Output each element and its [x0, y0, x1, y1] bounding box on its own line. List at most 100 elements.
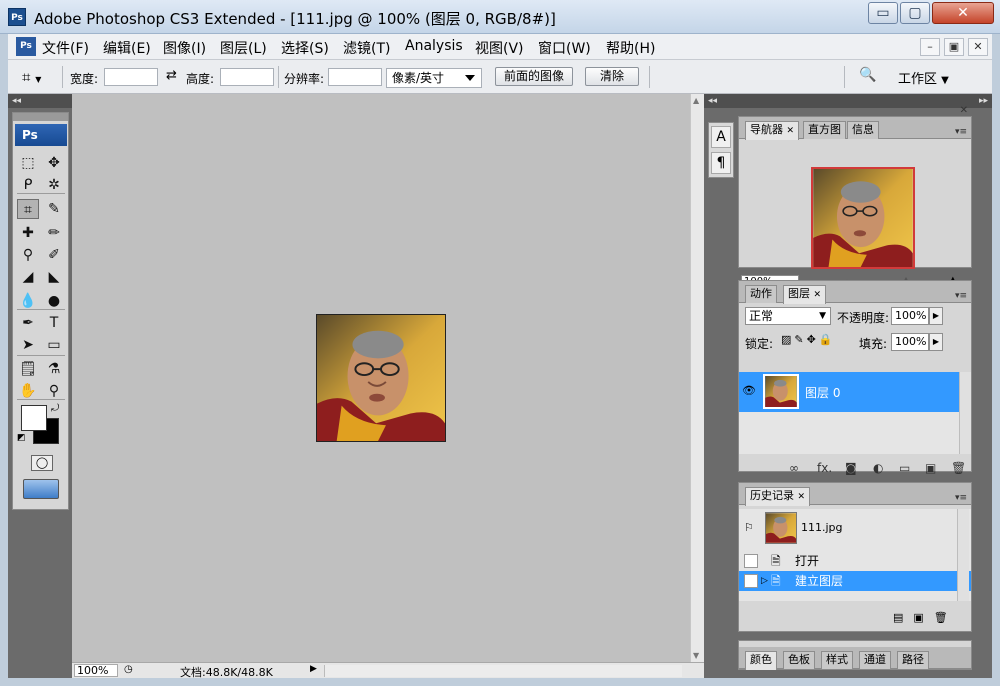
notes-tool-icon[interactable]: 🗒 [17, 359, 39, 379]
minimize-button[interactable]: ▭ [868, 2, 898, 24]
tab-navigator[interactable]: 导航器 ✕ [745, 121, 800, 140]
crop-icon[interactable]: ⌗ ▼ [22, 67, 58, 87]
marquee-tool-icon[interactable]: ⬚ [17, 153, 39, 173]
document-close-button[interactable]: ✕ [968, 38, 988, 56]
close-tab-icon[interactable]: ✕ [798, 492, 806, 502]
eraser-tool-icon[interactable]: ◢ [17, 267, 39, 287]
paragraph-panel-icon[interactable]: ¶ [711, 152, 731, 174]
status-zoom-field[interactable]: 100% [74, 664, 118, 677]
layer-name[interactable]: 图层 0 [805, 384, 840, 401]
healing-brush-tool-icon[interactable]: ✚ [17, 223, 39, 243]
menu-analysis[interactable]: Analysis [405, 38, 463, 54]
close-tab-icon[interactable]: ✕ [787, 126, 795, 136]
lock-options-icon[interactable]: ▨✎✥🔒 [781, 333, 836, 346]
history-step-create-layer[interactable]: ▷ 🗎 建立图层 [739, 571, 971, 591]
history-step-checkbox[interactable] [744, 554, 758, 568]
link-layers-icon[interactable]: ∞ [789, 461, 799, 475]
maximize-button[interactable]: ▢ [900, 2, 930, 24]
toolbox-ps-logo[interactable]: Ps [15, 124, 67, 146]
foreground-color-swatch[interactable] [21, 405, 47, 431]
status-info-icon[interactable]: ◷ [124, 664, 133, 675]
slice-tool-icon[interactable]: ✎ [43, 199, 65, 219]
visibility-eye-icon[interactable]: 👁 [742, 384, 758, 400]
history-snapshot-row[interactable]: ⚐ 111.jpg [739, 509, 971, 547]
front-image-button[interactable]: 前面的图像 [495, 67, 573, 86]
layer-row[interactable]: 👁 图层 0 [739, 372, 971, 412]
status-menu-arrow-icon[interactable]: ▶ [310, 664, 317, 674]
document-restore-button[interactable]: ▣ [944, 38, 964, 56]
blend-mode-select[interactable]: 正常 ▼ [745, 307, 831, 325]
tab-color[interactable]: 颜色 [745, 651, 777, 670]
blur-tool-icon[interactable]: 💧 [17, 291, 39, 311]
scroll-up-icon[interactable]: ▲ [693, 96, 699, 105]
menu-help[interactable]: 帮助(H) [606, 38, 655, 58]
document-canvas-area[interactable] [72, 94, 690, 662]
screen-mode-icon[interactable] [23, 479, 59, 499]
default-colors-icon[interactable]: ◩ [17, 433, 26, 443]
panel-menu-icon[interactable]: ▾≡ [955, 291, 967, 301]
workspace-menu[interactable]: 工作区 ▼ [898, 68, 949, 87]
dock-collapse-handle[interactable]: ◂◂ [704, 94, 738, 108]
history-step-open[interactable]: 🗎 打开 [739, 551, 971, 571]
paint-bucket-tool-icon[interactable]: ◣ [43, 267, 65, 287]
opacity-stepper-arrow-icon[interactable]: ▶ [929, 307, 943, 325]
magic-wand-tool-icon[interactable]: ✲ [43, 175, 65, 195]
resolution-unit-select[interactable]: 像素/英寸 [386, 68, 482, 88]
tab-histogram[interactable]: 直方图 [803, 121, 846, 139]
navigator-preview[interactable] [811, 167, 915, 269]
tab-swatches[interactable]: 色板 [783, 651, 815, 669]
tab-styles[interactable]: 样式 [821, 651, 853, 669]
resolution-field[interactable] [328, 68, 382, 86]
document-minimize-button[interactable]: – [920, 38, 940, 56]
close-window-button[interactable]: ✕ [932, 2, 994, 24]
layer-style-icon[interactable]: fx. [817, 461, 832, 475]
fill-field[interactable]: 100% [891, 333, 929, 351]
canvas-horizontal-scrollbar[interactable] [324, 665, 682, 677]
swap-colors-icon[interactable]: ⤾ [51, 403, 59, 414]
dodge-tool-icon[interactable]: ● [43, 291, 65, 311]
scroll-down-icon[interactable]: ▼ [693, 651, 699, 660]
lasso-tool-icon[interactable]: ᑭ [17, 175, 39, 195]
swap-dimensions-icon[interactable]: ⇄ [166, 68, 177, 83]
menu-filter[interactable]: 滤镜(T) [343, 38, 390, 58]
crop-tool-icon[interactable]: ⌗ [17, 199, 39, 219]
history-scrollbar[interactable] [957, 509, 969, 601]
menu-file[interactable]: 文件(F) [42, 38, 89, 58]
canvas-vertical-scrollbar[interactable]: ▲ ▼ [690, 94, 704, 662]
panel-menu-icon[interactable]: ▾≡ [955, 127, 967, 137]
history-brush-tool-icon[interactable]: ✐ [43, 245, 65, 265]
move-tool-icon[interactable]: ✥ [43, 153, 65, 173]
tab-paths[interactable]: 路径 [897, 651, 929, 669]
tab-layers[interactable]: 图层 ✕ [783, 285, 827, 304]
path-selection-tool-icon[interactable]: ➤ [17, 335, 39, 355]
new-group-icon[interactable]: ▭ [899, 461, 910, 475]
layer-mask-icon[interactable]: ◙ [845, 461, 857, 475]
pen-tool-icon[interactable]: ✒ [17, 313, 39, 333]
file-browser-icon[interactable]: 🔍 [856, 67, 880, 87]
menu-window[interactable]: 窗口(W) [538, 38, 591, 58]
menu-view[interactable]: 视图(V) [475, 38, 524, 58]
panels-expand-handle[interactable]: ▸▸ [738, 94, 992, 108]
brush-tool-icon[interactable]: ✏ [43, 223, 65, 243]
height-field[interactable] [220, 68, 274, 86]
document-image[interactable] [316, 314, 446, 442]
character-panel-icon[interactable]: A [711, 126, 731, 148]
new-layer-icon[interactable]: ▣ [925, 461, 936, 475]
toolbox-grip[interactable] [13, 113, 68, 121]
rectangle-tool-icon[interactable]: ▭ [43, 335, 65, 355]
panel-menu-icon[interactable]: ▾≡ [955, 493, 967, 503]
toolbox-dock-handle[interactable]: ◂◂ [8, 94, 72, 108]
opacity-field[interactable]: 100% [891, 307, 929, 325]
menu-select[interactable]: 选择(S) [281, 38, 329, 58]
adjustment-layer-icon[interactable]: ◐ [873, 461, 883, 475]
hand-tool-icon[interactable]: ✋ [17, 381, 39, 401]
menu-image[interactable]: 图像(I) [163, 38, 206, 58]
width-field[interactable] [104, 68, 158, 86]
history-step-checkbox[interactable] [744, 574, 758, 588]
history-footer-icons[interactable]: ▤▣🗑 [893, 611, 958, 624]
type-tool-icon[interactable]: T [43, 313, 65, 333]
tab-info[interactable]: 信息 [847, 121, 879, 139]
close-tab-icon[interactable]: ✕ [814, 290, 822, 300]
panel-close-icon[interactable]: ✕ [960, 105, 968, 116]
tab-actions[interactable]: 动作 [745, 285, 777, 303]
